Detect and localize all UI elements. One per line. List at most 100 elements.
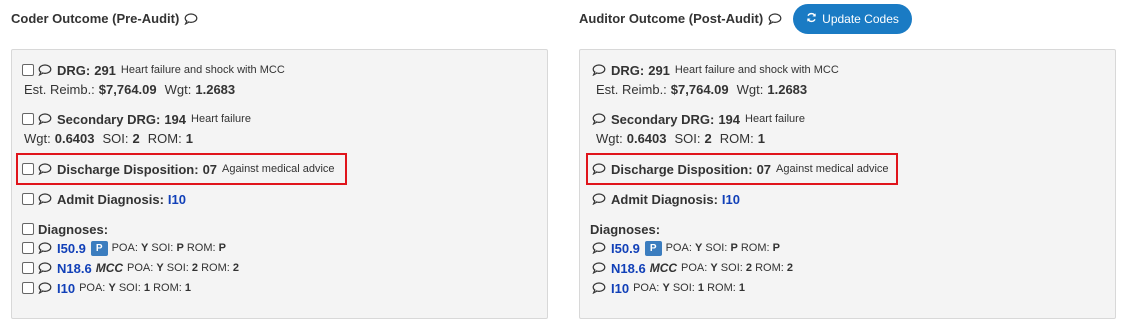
- wgt-label: Wgt:: [164, 81, 192, 97]
- wgt-value: 0.6403: [626, 130, 667, 146]
- diagnosis-checkbox[interactable]: [22, 262, 34, 274]
- comment-icon[interactable]: [38, 193, 52, 205]
- drg-code: 291: [648, 62, 670, 78]
- wgt-label: Wgt:: [736, 81, 764, 97]
- diagnosis-row: I50.9 P POA: Y SOI: P ROM: P: [590, 238, 793, 258]
- secondary-drg-row: Secondary DRG: 194 Heart failure Wgt: 0.6…: [22, 110, 251, 148]
- admit-code-link[interactable]: I10: [168, 192, 186, 207]
- update-codes-label: Update Codes: [822, 11, 899, 26]
- diagnosis-row: I10 POA: Y SOI: 1 ROM: 1: [590, 278, 793, 298]
- coder-title: Coder Outcome (Pre-Audit): [11, 11, 180, 26]
- comment-icon[interactable]: [592, 282, 606, 294]
- soi-label: SOI:: [102, 130, 129, 146]
- diagnosis-code-link[interactable]: I50.9: [57, 241, 86, 256]
- diagnosis-code-link[interactable]: I10: [57, 281, 75, 296]
- auditor-column: Auditor Outcome (Post-Audit) Update Code…: [579, 0, 1116, 319]
- diagnoses-section: Diagnoses: I50.9 P POA: Y SOI: P ROM: P …: [590, 220, 793, 298]
- soi-label: SOI:: [674, 130, 701, 146]
- diagnoses-checkbox[interactable]: [22, 223, 34, 235]
- rom-label: ROM:: [147, 130, 182, 146]
- auditor-header: Auditor Outcome (Post-Audit) Update Code…: [579, 0, 1116, 37]
- secondary-drg-row: Secondary DRG: 194 Heart failure Wgt: 0.6…: [592, 110, 805, 148]
- rom-value: 1: [738, 282, 746, 294]
- drg-checkbox[interactable]: [22, 64, 34, 76]
- diagnosis-code-link[interactable]: N18.6: [611, 261, 646, 276]
- reimb-label: Est. Reimb.:: [596, 81, 667, 97]
- secondary-drg-checkbox[interactable]: [22, 113, 34, 125]
- soi-value: P: [176, 242, 184, 254]
- drg-row: DRG: 291 Heart failure and shock with MC…: [22, 61, 285, 99]
- secondary-stats-line: Wgt: 0.6403 SOI: 2 ROM: 1: [22, 128, 251, 148]
- drg-label: DRG:: [57, 62, 91, 78]
- comment-icon[interactable]: [592, 193, 606, 205]
- admit-checkbox[interactable]: [22, 193, 34, 205]
- soi-value: 1: [697, 282, 705, 294]
- diagnosis-checkbox[interactable]: [22, 242, 34, 254]
- rom-label: ROM:: [719, 130, 754, 146]
- poa-value: Y: [140, 242, 149, 254]
- rom-label: ROM:: [153, 282, 182, 294]
- comment-icon[interactable]: [592, 262, 606, 274]
- coder-panel: DRG: 291 Heart failure and shock with MC…: [11, 49, 548, 319]
- secondary-drg-code: 194: [164, 111, 187, 127]
- reimb-label: Est. Reimb.:: [24, 81, 95, 97]
- comment-icon[interactable]: [38, 113, 52, 125]
- rom-value: 2: [232, 262, 239, 274]
- comment-icon[interactable]: [592, 113, 606, 125]
- diagnoses-section: Diagnoses: I50.9 P POA: Y SOI: P ROM: P …: [22, 220, 239, 298]
- rom-label: ROM:: [740, 242, 770, 254]
- update-codes-button[interactable]: Update Codes: [793, 3, 912, 34]
- auditor-panel: DRG: 291 Heart failure and shock with MC…: [579, 49, 1116, 319]
- secondary-drg-desc: Heart failure: [191, 113, 251, 125]
- comment-icon[interactable]: [38, 242, 52, 254]
- rom-label: ROM:: [186, 242, 216, 254]
- reimb-value: $7,764.09: [98, 81, 157, 97]
- soi-label: SOI:: [705, 242, 728, 254]
- diagnosis-row: I50.9 P POA: Y SOI: P ROM: P: [22, 238, 239, 258]
- reimb-value: $7,764.09: [670, 81, 729, 97]
- soi-label: SOI:: [166, 262, 189, 274]
- reimb-line: Est. Reimb.: $7,764.09 Wgt: 1.2683: [592, 79, 839, 99]
- diagnosis-code-link[interactable]: I50.9: [611, 241, 640, 256]
- poa-value: Y: [694, 242, 703, 254]
- soi-value: 2: [132, 130, 140, 146]
- poa-value: Y: [156, 262, 164, 274]
- comment-icon[interactable]: [38, 282, 52, 294]
- rom-value: 1: [757, 130, 765, 146]
- soi-value: 2: [704, 130, 712, 146]
- drg-desc: Heart failure and shock with MCC: [674, 64, 839, 76]
- poa-label: POA:: [111, 242, 138, 254]
- refresh-icon: [806, 12, 817, 26]
- diagnosis-code-link[interactable]: N18.6: [57, 261, 92, 276]
- drg-row: DRG: 291 Heart failure and shock with MC…: [592, 61, 839, 99]
- rom-value: P: [218, 242, 226, 254]
- soi-value: 1: [143, 282, 151, 294]
- comment-icon[interactable]: [184, 12, 198, 25]
- wgt-label: Wgt:: [596, 130, 623, 146]
- admit-label: Admit Diagnosis:: [57, 191, 164, 207]
- diagnoses-label: Diagnoses:: [38, 221, 109, 237]
- reimb-line: Est. Reimb.: $7,764.09 Wgt: 1.2683: [22, 79, 285, 99]
- diagnosis-code-link[interactable]: I10: [611, 281, 629, 296]
- soi-label: SOI:: [720, 262, 743, 274]
- coder-column: Coder Outcome (Pre-Audit) DRG: 291 Heart…: [11, 0, 548, 319]
- drg-code: 291: [94, 62, 116, 78]
- comment-icon[interactable]: [38, 64, 52, 76]
- soi-label: SOI:: [151, 242, 174, 254]
- rom-value: 1: [184, 282, 192, 294]
- wgt-value: 0.6403: [54, 130, 95, 146]
- diagnosis-checkbox[interactable]: [22, 282, 34, 294]
- admit-code-link[interactable]: I10: [722, 192, 740, 207]
- soi-label: SOI:: [672, 282, 695, 294]
- comment-icon[interactable]: [38, 262, 52, 274]
- discharge-highlight-box: [586, 153, 898, 185]
- admit-label: Admit Diagnosis:: [611, 191, 718, 207]
- secondary-drg-desc: Heart failure: [745, 113, 805, 125]
- comment-icon[interactable]: [768, 12, 782, 25]
- poa-value: Y: [710, 262, 718, 274]
- rom-label: ROM:: [755, 262, 784, 274]
- poa-value: Y: [108, 282, 116, 294]
- soi-label: SOI:: [118, 282, 141, 294]
- comment-icon[interactable]: [592, 64, 606, 76]
- comment-icon[interactable]: [592, 242, 606, 254]
